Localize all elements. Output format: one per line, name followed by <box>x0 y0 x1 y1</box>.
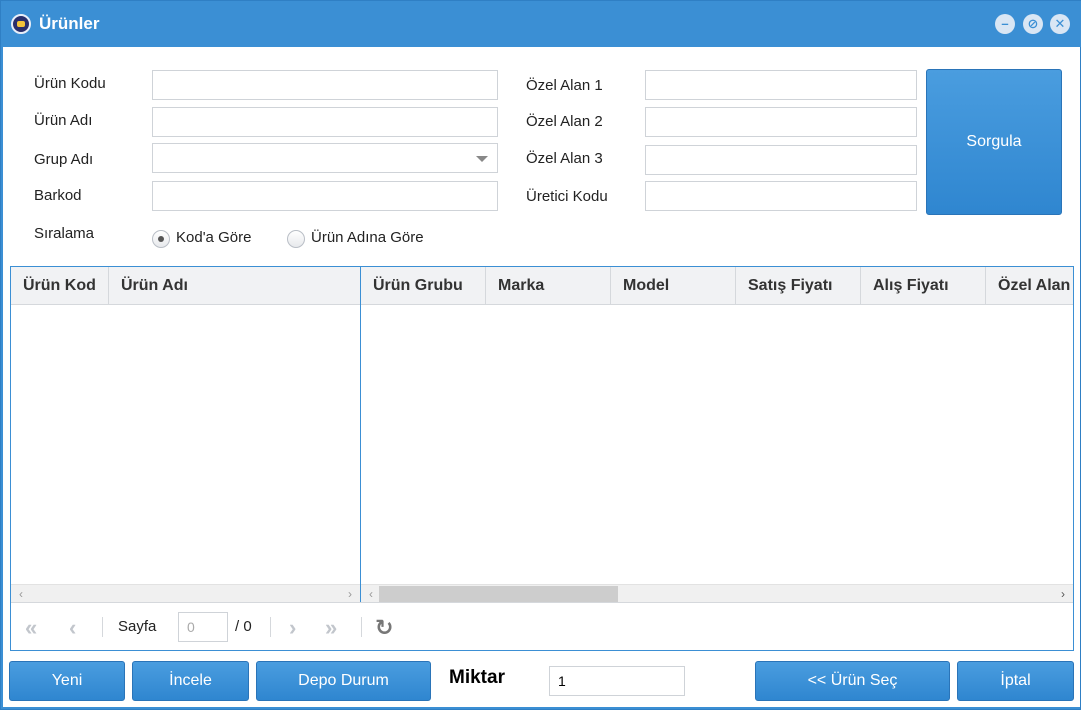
scroll-left-icon[interactable]: ‹ <box>13 585 29 603</box>
products-window: Ürünler – ⊘ ✕ Ürün Kodu Ürün Adı Grup Ad… <box>0 0 1081 710</box>
ozel-alan-2-label: Özel Alan 2 <box>526 113 603 130</box>
page-total: / 0 <box>235 618 252 635</box>
urun-adi-label: Ürün Adı <box>34 112 93 129</box>
chevron-down-icon <box>476 156 488 162</box>
scroll-right-icon[interactable]: › <box>1055 585 1071 603</box>
uretici-kodu-input[interactable] <box>645 181 917 211</box>
ozel-alan-1-input[interactable] <box>645 70 917 100</box>
uretici-kodu-label: Üretici Kodu <box>526 188 608 205</box>
urun-adi-input[interactable] <box>152 107 498 137</box>
sort-by-code-label[interactable]: Kod'a Göre <box>176 229 251 246</box>
pager-separator <box>270 617 271 637</box>
barkod-input[interactable] <box>152 181 498 211</box>
incele-button[interactable]: İncele <box>132 661 249 701</box>
pager-toolbar: « ‹ Sayfa / 0 › » ↻ <box>11 602 1073 650</box>
next-page-icon[interactable]: › <box>289 615 296 641</box>
column-header-satis-fiyati[interactable]: Satış Fiyatı <box>736 267 861 304</box>
restore-icon[interactable]: ⊘ <box>1023 14 1043 34</box>
ozel-alan-3-input[interactable] <box>645 145 917 175</box>
window-title: Ürünler <box>39 14 100 33</box>
sort-by-code-radio[interactable] <box>152 230 170 248</box>
iptal-button[interactable]: İptal <box>957 661 1074 701</box>
title-bar: Ürünler – ⊘ ✕ <box>1 1 1081 47</box>
ozel-alan-2-input[interactable] <box>645 107 917 137</box>
sort-by-name-radio[interactable] <box>287 230 305 248</box>
products-grid: Ürün Kod Ürün Adı Ürün Grubu Marka Model… <box>10 266 1074 651</box>
ozel-alan-3-label: Özel Alan 3 <box>526 150 603 167</box>
pager-separator <box>361 617 362 637</box>
column-header-model[interactable]: Model <box>611 267 736 304</box>
page-number-input[interactable] <box>178 612 228 642</box>
column-header-alis-fiyati[interactable]: Alış Fiyatı <box>861 267 986 304</box>
column-header-marka[interactable]: Marka <box>486 267 611 304</box>
scroll-right-icon[interactable]: › <box>342 585 358 603</box>
first-page-icon[interactable]: « <box>25 615 37 641</box>
column-header-urun-adi[interactable]: Ürün Adı <box>109 267 361 305</box>
urun-kodu-label: Ürün Kodu <box>34 75 106 92</box>
sorgula-button[interactable]: Sorgula <box>926 69 1062 215</box>
sort-by-name-label[interactable]: Ürün Adına Göre <box>311 229 424 246</box>
yeni-button[interactable]: Yeni <box>9 661 125 701</box>
column-header-urun-grubu[interactable]: Ürün Grubu <box>361 267 486 304</box>
siralama-label: Sıralama <box>34 225 95 242</box>
grid-header-left: Ürün Kod Ürün Adı <box>11 267 361 305</box>
grup-adi-select[interactable] <box>152 143 498 173</box>
close-icon[interactable]: ✕ <box>1050 14 1070 34</box>
scroll-left-icon[interactable]: ‹ <box>363 585 379 603</box>
grid-header-right: Ürün Grubu Marka Model Satış Fiyatı Alış… <box>361 267 1073 305</box>
window-content: Ürün Kodu Ürün Adı Grup Adı Barkod Sıral… <box>3 47 1080 707</box>
urun-kodu-input[interactable] <box>152 70 498 100</box>
barkod-label: Barkod <box>34 187 82 204</box>
minimize-icon[interactable]: – <box>995 14 1015 34</box>
left-horizontal-scrollbar[interactable]: ‹ › <box>11 584 360 602</box>
prev-page-icon[interactable]: ‹ <box>69 615 76 641</box>
miktar-label: Miktar <box>449 667 505 688</box>
pager-separator <box>102 617 103 637</box>
scrollbar-thumb[interactable] <box>379 586 618 602</box>
depo-durum-button[interactable]: Depo Durum <box>256 661 431 701</box>
column-header-ozel-alan[interactable]: Özel Alan <box>986 267 1073 304</box>
last-page-icon[interactable]: » <box>325 615 337 641</box>
column-header-urun-kod[interactable]: Ürün Kod <box>11 267 109 305</box>
app-icon <box>11 14 31 34</box>
pane-divider <box>360 267 361 602</box>
ozel-alan-1-label: Özel Alan 1 <box>526 77 603 94</box>
refresh-icon[interactable]: ↻ <box>375 615 393 641</box>
grup-adi-label: Grup Adı <box>34 151 94 168</box>
urun-sec-button[interactable]: << Ürün Seç <box>755 661 950 701</box>
miktar-input[interactable] <box>549 666 685 696</box>
right-horizontal-scrollbar[interactable]: ‹ › <box>361 584 1073 602</box>
page-label: Sayfa <box>118 618 157 635</box>
